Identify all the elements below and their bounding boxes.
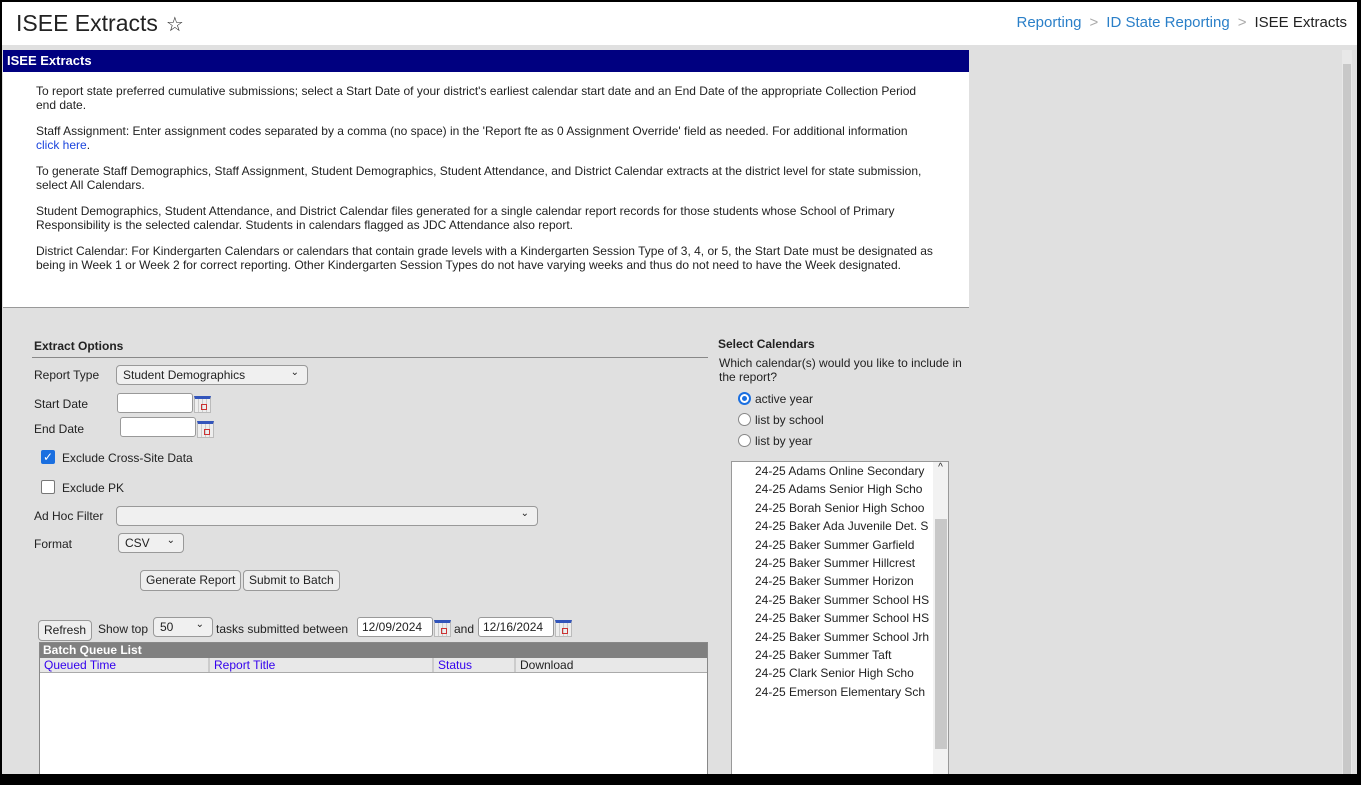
calendar-list-item[interactable]: 24-25 Baker Ada Juvenile Det. S <box>732 517 948 535</box>
generate-report-button[interactable]: Generate Report <box>140 570 242 591</box>
list-by-year-label: list by year <box>755 434 813 448</box>
info-text: To generate Staff Demographics, Staff As… <box>36 164 922 192</box>
end-date-input[interactable] <box>120 417 196 437</box>
calendar-icon[interactable] <box>194 396 211 413</box>
and-label: and <box>454 622 475 636</box>
calendar-list-item[interactable]: 24-25 Baker Summer School HS <box>732 609 948 627</box>
breadcrumb-id-state-reporting[interactable]: ID State Reporting <box>1106 14 1229 31</box>
click-here-link[interactable]: click here <box>36 138 87 152</box>
calendar-list[interactable]: 24-25 Adams Online Secondary 24-25 Adams … <box>731 461 949 774</box>
adhoc-filter-select[interactable]: ⌄ <box>116 506 538 526</box>
calendars-question: Which calendar(s) would you like to incl… <box>719 356 962 384</box>
show-top-label: Show top <box>98 622 149 636</box>
calendar-icon[interactable] <box>434 620 451 637</box>
star-icon[interactable]: ☆ <box>166 14 184 36</box>
chevron-down-icon: ⌄ <box>166 535 175 546</box>
calendar-list-item[interactable]: 24-25 Adams Online Secondary <box>732 462 948 480</box>
submit-to-batch-button[interactable]: Submit to Batch <box>243 570 340 591</box>
instructions: To report state preferred cumulative sub… <box>3 72 969 308</box>
page-scrollbar[interactable] <box>1342 50 1352 774</box>
start-date-label: Start Date <box>34 397 89 411</box>
calendar-list-item[interactable]: 24-25 Baker Summer School Jrh <box>732 628 948 646</box>
select-calendars-heading: Select Calendars <box>718 337 815 351</box>
from-date-input[interactable]: 12/09/2024 <box>357 617 433 637</box>
scrollbar-thumb[interactable] <box>1343 64 1351 774</box>
batch-queue-header: Queued Time Report Title Status Download <box>40 658 707 673</box>
exclude-pk-label: Exclude PK <box>62 481 125 495</box>
breadcrumb: Reporting > ID State Reporting > ISEE Extrac… <box>1016 14 1347 31</box>
calendar-list-item[interactable]: 24-25 Baker Summer Taft <box>732 646 948 664</box>
calendar-list-item[interactable]: 24-25 Borah Senior High Schoo <box>732 499 948 517</box>
calendar-list-scrollbar[interactable]: ^ <box>933 462 948 774</box>
chevron-right-icon: > <box>1237 14 1247 31</box>
adhoc-filter-label: Ad Hoc Filter <box>34 509 104 523</box>
report-type-select[interactable]: Student Demographics ⌄ <box>116 365 308 385</box>
column-report-title[interactable]: Report Title <box>210 658 434 672</box>
batch-queue-title: Batch Queue List <box>40 643 707 658</box>
end-date-label: End Date <box>34 422 85 436</box>
exclude-pk-checkbox[interactable] <box>41 480 55 494</box>
extract-panel: ISEE Extracts To report state preferred … <box>3 50 969 774</box>
calendar-list-item[interactable]: 24-25 Baker Summer Hillcrest <box>732 554 948 572</box>
breadcrumb-reporting[interactable]: Reporting <box>1016 14 1081 31</box>
calendar-list-item[interactable]: 24-25 Emerson Elementary Sch <box>732 683 948 701</box>
start-date-input[interactable] <box>117 393 193 413</box>
list-by-school-label: list by school <box>755 413 824 427</box>
to-date-input[interactable]: 12/16/2024 <box>478 617 554 637</box>
radio-active-year[interactable] <box>738 392 751 405</box>
chevron-right-icon: > <box>1089 14 1099 31</box>
calendar-list-item[interactable]: 24-25 Baker Summer Horizon <box>732 572 948 590</box>
calendar-list-item[interactable]: 24-25 Baker Summer Garfield <box>732 536 948 554</box>
batch-queue-list: Batch Queue List Queued Time Report Titl… <box>39 642 708 774</box>
calendar-list-item[interactable]: 24-25 Baker Summer School HS <box>732 591 948 609</box>
scrollbar-thumb[interactable] <box>935 519 947 749</box>
divider <box>32 357 708 358</box>
panel-title: ISEE Extracts <box>3 50 969 72</box>
format-label: Format <box>34 537 73 551</box>
calendar-list-item[interactable]: 24-25 Clark Senior High Scho <box>732 664 948 682</box>
calendar-icon[interactable] <box>555 620 572 637</box>
column-queued-time[interactable]: Queued Time <box>40 658 210 672</box>
info-text: Staff Assignment: Enter assignment codes… <box>36 124 908 152</box>
format-select[interactable]: CSV ⌄ <box>118 533 184 553</box>
calendar-list-item[interactable]: 24-25 Adams Senior High Scho <box>732 480 948 498</box>
between-label: tasks submitted between <box>216 622 349 636</box>
radio-list-by-year[interactable] <box>738 434 751 447</box>
exclude-cross-site-checkbox[interactable]: ✓ <box>41 450 55 464</box>
info-text: To report state preferred cumulative sub… <box>36 84 917 112</box>
chevron-down-icon: ⌄ <box>290 367 299 378</box>
scroll-up-icon[interactable]: ^ <box>933 462 948 473</box>
exclude-cross-site-label: Exclude Cross-Site Data <box>62 451 193 465</box>
column-download: Download <box>520 658 574 672</box>
chevron-down-icon: ⌄ <box>195 619 204 630</box>
chevron-down-icon: ⌄ <box>520 508 529 519</box>
radio-list-by-school[interactable] <box>738 413 751 426</box>
info-text: Student Demographics, Student Attendance… <box>36 204 895 232</box>
active-year-label: active year <box>755 392 814 406</box>
calendar-icon[interactable] <box>197 421 214 438</box>
column-status[interactable]: Status <box>434 658 516 672</box>
info-text: District Calendar: For Kindergarten Cale… <box>36 244 933 272</box>
app-frame: ISEE Extracts ☆ Reporting > ID State Report… <box>2 2 1357 774</box>
page-title: ISEE Extracts ☆ <box>16 10 184 36</box>
refresh-button[interactable]: Refresh <box>38 620 93 641</box>
report-type-label: Report Type <box>34 368 100 382</box>
extract-options-heading: Extract Options <box>34 339 124 353</box>
page-header: ISEE Extracts ☆ Reporting > ID State Report… <box>2 2 1357 45</box>
show-top-select[interactable]: 50 ⌄ <box>153 617 213 637</box>
breadcrumb-current: ISEE Extracts <box>1254 14 1347 31</box>
